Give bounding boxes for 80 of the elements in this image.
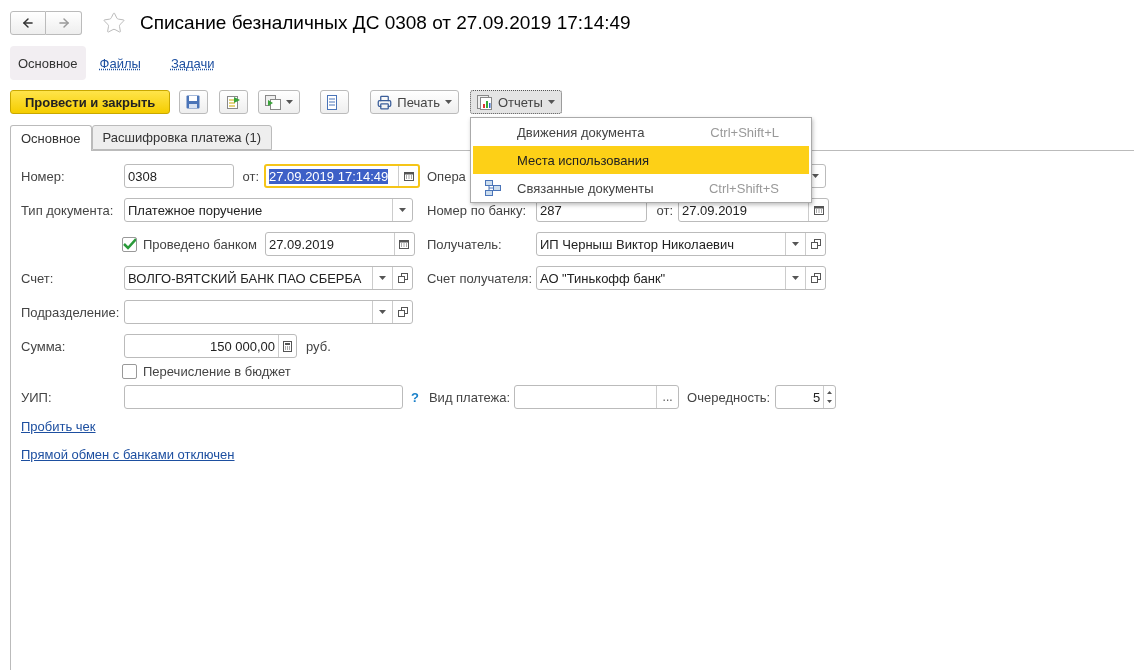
caret-icon (547, 100, 555, 104)
field-label: Подразделение: (21, 304, 121, 320)
field-label: Очередность: (687, 389, 771, 405)
copy-dropdown-button[interactable] (258, 90, 301, 114)
field-label: от: (655, 202, 674, 218)
currency-unit: руб. (306, 338, 331, 354)
shortcut-text: Ctrl+Shift+S (708, 180, 779, 196)
recipient-account-field[interactable]: АО "Тинькофф банк" (536, 266, 826, 290)
field-label: Опера (427, 168, 467, 184)
caret-icon (399, 208, 406, 212)
hierarchy-icon (485, 180, 501, 196)
form-tab[interactable]: Расшифровка платежа (1) (91, 125, 272, 150)
checkbox[interactable] (122, 236, 137, 252)
date-field[interactable]: 27.09.2019 17:14:49 (264, 164, 420, 188)
print-button[interactable]: Печать (370, 90, 459, 114)
forward-arrow-icon (56, 16, 71, 30)
field-label: Получатель: (427, 236, 503, 252)
account-field[interactable]: ВОЛГО-ВЯТСКИЙ БАНК ПАО СБЕРБА (124, 266, 413, 290)
caret-icon (444, 100, 452, 104)
caret-icon (379, 310, 386, 314)
save-button[interactable] (179, 90, 209, 114)
list-icon (327, 94, 338, 110)
caret-icon (379, 276, 386, 280)
number-field[interactable]: 0308 (124, 164, 234, 188)
menu-item[interactable]: Движения документа Ctrl+Shift+L (473, 118, 809, 146)
caret-icon (812, 174, 819, 178)
post-button[interactable] (219, 90, 249, 114)
recipient-field[interactable]: ИП Черныш Виктор Николаевич (536, 232, 826, 256)
checkbox-label: Перечисление в бюджет (143, 364, 291, 379)
field-label: Счет: (21, 270, 55, 286)
floppy-icon (186, 95, 201, 109)
choose-button[interactable]: ... (656, 386, 679, 408)
post-and-close-button[interactable]: Провести и закрыть (10, 90, 171, 114)
document-type-field[interactable]: Платежное поручение (124, 198, 413, 222)
section-link[interactable]: Задачи (162, 46, 223, 80)
checkbox[interactable] (122, 364, 137, 379)
caret-icon (792, 242, 799, 246)
copy-icon (265, 94, 282, 110)
open-icon (397, 273, 408, 283)
department-field[interactable] (124, 300, 413, 324)
section-link[interactable]: Основное (10, 46, 86, 80)
field-label: Номер: (21, 168, 66, 184)
calendar-icon (813, 205, 824, 215)
checkbox-label: Проведено банком (143, 236, 257, 252)
amount-field[interactable]: 150 000,00 (124, 334, 297, 358)
field-label: Номер по банку: (427, 202, 527, 218)
calculator-icon (283, 340, 292, 352)
up-down-icon (827, 391, 833, 403)
date-field[interactable]: 27.09.2019 (264, 232, 415, 256)
reports-button[interactable]: Отчеты (469, 90, 562, 114)
section-link[interactable]: Файлы (91, 46, 149, 80)
open-icon (810, 239, 821, 249)
field-label: Тип документа: (21, 202, 115, 218)
form-tab[interactable]: Основное (10, 125, 92, 151)
open-icon (810, 273, 821, 283)
link[interactable]: Прямой обмен с банками отключен (21, 446, 235, 462)
field-label: Вид платежа: (428, 389, 511, 405)
back-button[interactable] (10, 11, 46, 35)
caret-icon (792, 276, 799, 280)
report-icon (476, 94, 493, 110)
checkmark-icon (123, 238, 136, 250)
link[interactable]: Пробить чек (21, 418, 96, 434)
window-title: Списание безналичных ДС 0308 от 27.09.2019 17:14:49 (140, 12, 631, 34)
shortcut-text: Ctrl+Shift+L (710, 124, 779, 140)
menu-item[interactable]: Места использования (473, 146, 809, 174)
list-button[interactable] (320, 90, 350, 114)
priority-field[interactable]: 5 (775, 385, 837, 409)
star-icon[interactable] (102, 11, 126, 35)
help-link[interactable]: ? (411, 389, 419, 405)
open-icon (397, 307, 408, 317)
calendar-icon (399, 239, 410, 249)
field-label: Счет получателя: (427, 270, 533, 286)
caret-icon (286, 100, 294, 104)
printer-icon (377, 94, 393, 110)
payment-kind-field[interactable]: ... (514, 385, 680, 409)
calendar-icon (403, 171, 414, 181)
field-label: Сумма: (21, 338, 67, 354)
field-label: УИП: (21, 389, 53, 405)
field-label: от: (241, 168, 260, 184)
uip-field[interactable] (124, 385, 403, 409)
